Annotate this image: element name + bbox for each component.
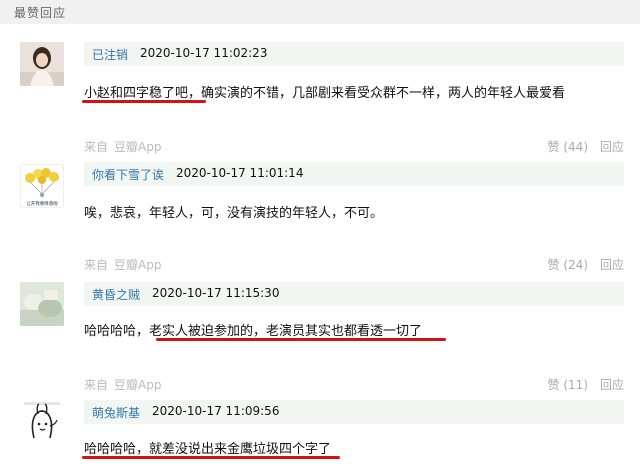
avatar-caption: 让开我要降落啦 xyxy=(26,200,58,207)
comment-source: 来自 豆瓣App xyxy=(84,378,162,392)
red-underline-annotation xyxy=(82,100,206,103)
username-link[interactable]: 已注销 xyxy=(92,46,128,63)
comment-item: 黄昏之贼 2020-10-17 11:15:30 哈哈哈哈，老实人被迫参加的，老… xyxy=(0,276,640,396)
username-link[interactable]: 你看下雪了诶 xyxy=(92,166,164,183)
comment-text-separator: ， xyxy=(253,324,267,339)
avatar-image-icon xyxy=(20,42,64,86)
comment-meta-bar: 黄昏之贼 2020-10-17 11:15:30 xyxy=(84,282,624,306)
comment-source: 来自 豆瓣App xyxy=(84,258,162,272)
section-title: 最赞回应 xyxy=(14,6,67,20)
vote-button[interactable]: 赞 (24) xyxy=(548,256,588,273)
comment-timestamp: 2020-10-17 11:09:56 xyxy=(152,404,280,418)
comment-text-highlight: 小赵和四字稳了吧 xyxy=(84,86,189,101)
comment-timestamp: 2020-10-17 11:01:14 xyxy=(176,166,304,180)
comment-item: 已注销 2020-10-17 11:02:23 小赵和四字稳了吧，确实演的不错，… xyxy=(0,34,640,164)
comment-text: 哈哈哈哈，就差没说出来金鹰垃圾四个字了 xyxy=(84,442,332,457)
red-underline-annotation xyxy=(156,338,446,341)
comment-item: 萌兔斯基 2020-10-17 11:09:56 哈哈哈哈，就差没说出来金鹰垃圾… xyxy=(0,396,640,476)
avatar[interactable] xyxy=(20,400,64,444)
comment-text-highlight-1: 老实人被迫参加的 xyxy=(149,324,254,339)
comment-text-highlight-2: 老演员其实也都看透一切了 xyxy=(266,324,423,339)
reply-button[interactable]: 回应 xyxy=(600,138,624,155)
avatar[interactable] xyxy=(20,282,64,326)
comment-timestamp: 2020-10-17 11:15:30 xyxy=(152,286,280,300)
vote-button[interactable]: 赞 (44) xyxy=(548,138,588,155)
comment-text-prefix: 哈哈哈哈， xyxy=(84,324,150,339)
reply-button[interactable]: 回应 xyxy=(600,256,624,273)
comment-meta-bar: 已注销 2020-10-17 11:02:23 xyxy=(84,42,624,66)
comment-item: 让开我要降落啦 你看下雪了诶 2020-10-17 11:01:14 唉，悲哀，… xyxy=(0,158,640,276)
comment-timestamp: 2020-10-17 11:02:23 xyxy=(140,46,268,60)
section-header: 最赞回应 xyxy=(0,0,640,24)
comment-meta-bar: 萌兔斯基 2020-10-17 11:09:56 xyxy=(84,400,624,424)
avatar[interactable]: 让开我要降落啦 xyxy=(20,164,64,208)
username-link[interactable]: 萌兔斯基 xyxy=(92,404,140,421)
comment-footer: 来自 豆瓣App 赞 (11) 回应 xyxy=(84,376,624,396)
comment-text: 唉，悲哀，年轻人，可，没有演技的年轻人，不可。 xyxy=(84,206,384,221)
avatar-image-icon xyxy=(20,282,64,326)
rabbit-doodle-avatar-icon xyxy=(20,400,64,444)
balloons-avatar-icon: 让开我要降落啦 xyxy=(20,164,64,208)
comment-text: 哈哈哈哈，老实人被迫参加的，老演员其实也都看透一切了 xyxy=(84,320,422,339)
comment-text-rest: ，确实演的不错，几部剧来看受众群不一样，两人的年轻人最爱看 xyxy=(188,86,566,101)
vote-button[interactable]: 赞 (11) xyxy=(548,376,588,393)
username-link[interactable]: 黄昏之贼 xyxy=(92,286,140,303)
comment-text: 小赵和四字稳了吧，确实演的不错，几部剧来看受众群不一样，两人的年轻人最爱看 xyxy=(84,82,565,101)
comment-footer: 来自 豆瓣App 赞 (24) 回应 xyxy=(84,256,624,276)
comment-meta-bar: 你看下雪了诶 2020-10-17 11:01:14 xyxy=(84,162,624,186)
red-underline-annotation xyxy=(82,456,340,459)
reply-button[interactable]: 回应 xyxy=(600,376,624,393)
comment-source: 来自 豆瓣App xyxy=(84,140,162,154)
avatar[interactable] xyxy=(20,42,64,86)
comment-footer: 来自 豆瓣App 赞 (44) 回应 xyxy=(84,138,624,158)
